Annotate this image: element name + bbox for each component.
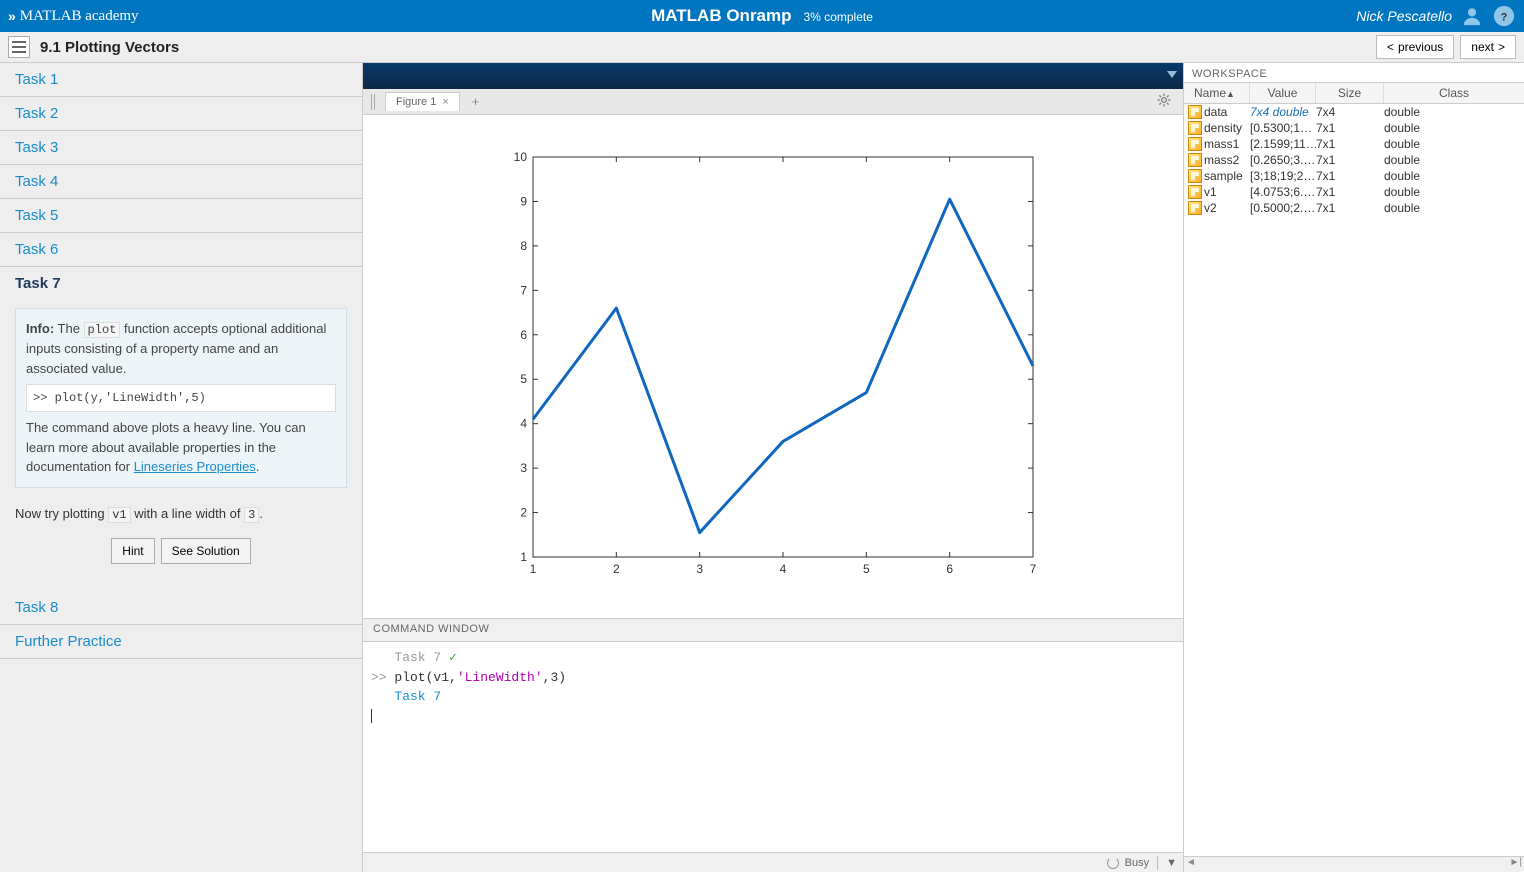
task-item[interactable]: Task 3 bbox=[0, 131, 362, 165]
course-center: MATLAB Onramp 3% complete bbox=[651, 6, 873, 26]
svg-text:1: 1 bbox=[530, 562, 537, 576]
task-item[interactable]: Task 1 bbox=[0, 63, 362, 97]
info-box: Info: The plot function accepts optional… bbox=[15, 308, 347, 488]
svg-text:6: 6 bbox=[520, 327, 527, 341]
logo-sub: academy bbox=[85, 8, 138, 24]
figure-tab[interactable]: Figure 1 × bbox=[385, 92, 460, 111]
lineseries-link[interactable]: Lineseries Properties bbox=[134, 459, 256, 474]
status-bar: Busy ▼ bbox=[363, 852, 1183, 872]
task-item[interactable]: Further Practice bbox=[0, 625, 362, 659]
task-item[interactable]: Task 7 bbox=[0, 267, 362, 300]
plot-area: 1 2 3 4 5 6 7 8 9 10 1 2 3 4 5 6 7 bbox=[363, 115, 1183, 618]
workspace-title: WORKSPACE bbox=[1184, 63, 1524, 83]
task-item[interactable]: Task 4 bbox=[0, 165, 362, 199]
svg-text:5: 5 bbox=[520, 372, 527, 386]
svg-text:?: ? bbox=[1501, 12, 1508, 24]
code-example: >> plot(y,'LineWidth',5) bbox=[26, 384, 336, 412]
svg-text:3: 3 bbox=[696, 562, 703, 576]
ws-col-class[interactable]: Class bbox=[1384, 83, 1524, 103]
figure-tab-bar: Figure 1 × + bbox=[363, 89, 1183, 115]
svg-text:9: 9 bbox=[520, 194, 527, 208]
task-item[interactable]: Task 8 bbox=[0, 591, 362, 625]
section-title: 9.1 Plotting Vectors bbox=[40, 39, 179, 56]
task-item[interactable]: Task 5 bbox=[0, 199, 362, 233]
ws-var-row[interactable]: density[0.5300;1…7x1double bbox=[1184, 120, 1524, 136]
status-menu-icon[interactable]: ▼ bbox=[1166, 857, 1175, 869]
task-item[interactable]: Task 6 bbox=[0, 233, 362, 267]
variable-icon bbox=[1188, 185, 1202, 199]
next-button[interactable]: next > bbox=[1460, 35, 1516, 59]
cmd-line: Task 7 ✓ bbox=[371, 648, 1175, 668]
workspace-table-header: Name▲ Value Size Class bbox=[1184, 83, 1524, 104]
section-bar: 9.1 Plotting Vectors < previous next > bbox=[0, 32, 1524, 63]
logo-text: MATLAB academy bbox=[20, 8, 139, 25]
variable-icon bbox=[1188, 105, 1202, 119]
ws-col-name[interactable]: Name▲ bbox=[1184, 83, 1250, 103]
svg-text:8: 8 bbox=[520, 238, 527, 252]
next-label: next bbox=[1471, 40, 1494, 54]
ws-col-value[interactable]: Value bbox=[1250, 83, 1316, 103]
variable-icon bbox=[1188, 169, 1202, 183]
variable-icon bbox=[1188, 201, 1202, 215]
add-tab-icon[interactable]: + bbox=[466, 92, 486, 111]
course-progress: 3% complete bbox=[804, 10, 873, 24]
task-instruction: Now try plotting v1 with a line width of… bbox=[15, 496, 347, 532]
hint-button[interactable]: Hint bbox=[111, 538, 154, 564]
gear-icon[interactable] bbox=[1157, 93, 1171, 110]
menu-icon[interactable] bbox=[8, 36, 30, 58]
line-chart: 1 2 3 4 5 6 7 8 9 10 1 2 3 4 5 6 7 bbox=[493, 147, 1053, 587]
workspace-scrollbar[interactable] bbox=[1184, 856, 1524, 872]
svg-text:6: 6 bbox=[946, 562, 953, 576]
variable-icon bbox=[1188, 153, 1202, 167]
svg-text:1: 1 bbox=[520, 550, 527, 564]
cmd-line: >> plot(v1,'LineWidth',3) bbox=[371, 668, 1175, 688]
svg-text:3: 3 bbox=[520, 461, 527, 475]
user-icon[interactable] bbox=[1460, 4, 1484, 28]
task-item[interactable]: Task 2 bbox=[0, 97, 362, 131]
command-window[interactable]: Task 7 ✓>> plot(v1,'LineWidth',3) Task 7 bbox=[363, 642, 1183, 852]
workspace-panel: WORKSPACE Name▲ Value Size Class data7x4… bbox=[1183, 63, 1524, 872]
username-label: Nick Pescatello bbox=[1356, 8, 1452, 24]
svg-text:5: 5 bbox=[863, 562, 870, 576]
workspace-rows: data7x4 double7x4doubledensity[0.5300;1…… bbox=[1184, 104, 1524, 856]
svg-text:7: 7 bbox=[1030, 562, 1037, 576]
ws-var-row[interactable]: mass1[2.1599;11…7x1double bbox=[1184, 136, 1524, 152]
ws-var-row[interactable]: sample[3;18;19;2…7x1double bbox=[1184, 168, 1524, 184]
help-icon[interactable]: ? bbox=[1492, 4, 1516, 28]
cmd-line: Task 7 bbox=[371, 687, 1175, 707]
previous-label: previous bbox=[1398, 40, 1443, 54]
ws-var-row[interactable]: v2[0.5000;2.…7x1double bbox=[1184, 200, 1524, 216]
task-sidebar: Task 1Task 2Task 3Task 4Task 5Task 6Task… bbox=[0, 63, 363, 872]
app-header: » MATLAB academy MATLAB Onramp 3% comple… bbox=[0, 0, 1524, 32]
ws-var-row[interactable]: data7x4 double7x4double bbox=[1184, 104, 1524, 120]
see-solution-button[interactable]: See Solution bbox=[161, 538, 251, 564]
ws-var-row[interactable]: mass2[0.2650;3.…7x1double bbox=[1184, 152, 1524, 168]
drag-grip-icon[interactable] bbox=[371, 94, 377, 110]
chevron-right-icon: > bbox=[1498, 40, 1505, 54]
svg-text:10: 10 bbox=[514, 150, 528, 164]
sort-asc-icon: ▲ bbox=[1226, 89, 1235, 99]
svg-text:4: 4 bbox=[780, 562, 787, 576]
svg-text:2: 2 bbox=[520, 505, 527, 519]
course-title: MATLAB Onramp bbox=[651, 6, 791, 26]
logo-name: MATLAB bbox=[20, 8, 82, 24]
figure-tab-label: Figure 1 bbox=[396, 96, 436, 108]
variable-icon bbox=[1188, 137, 1202, 151]
task-body: Info: The plot function accepts optional… bbox=[0, 308, 362, 591]
tab-close-icon[interactable]: × bbox=[442, 96, 448, 108]
ws-col-size[interactable]: Size bbox=[1316, 83, 1384, 103]
svg-text:2: 2 bbox=[613, 562, 620, 576]
svg-text:4: 4 bbox=[520, 416, 527, 430]
variable-icon bbox=[1188, 121, 1202, 135]
previous-button[interactable]: < previous bbox=[1376, 35, 1454, 59]
svg-text:7: 7 bbox=[520, 283, 527, 297]
ws-var-row[interactable]: v1[4.0753;6.…7x1double bbox=[1184, 184, 1524, 200]
busy-spinner-icon bbox=[1107, 857, 1119, 869]
figure-banner bbox=[363, 63, 1183, 89]
chevron-left-icon: < bbox=[1387, 40, 1394, 54]
status-text: Busy bbox=[1125, 857, 1149, 869]
logo-mark-icon: » bbox=[8, 8, 16, 24]
status-divider bbox=[1157, 856, 1158, 870]
command-window-header: COMMAND WINDOW bbox=[363, 618, 1183, 642]
